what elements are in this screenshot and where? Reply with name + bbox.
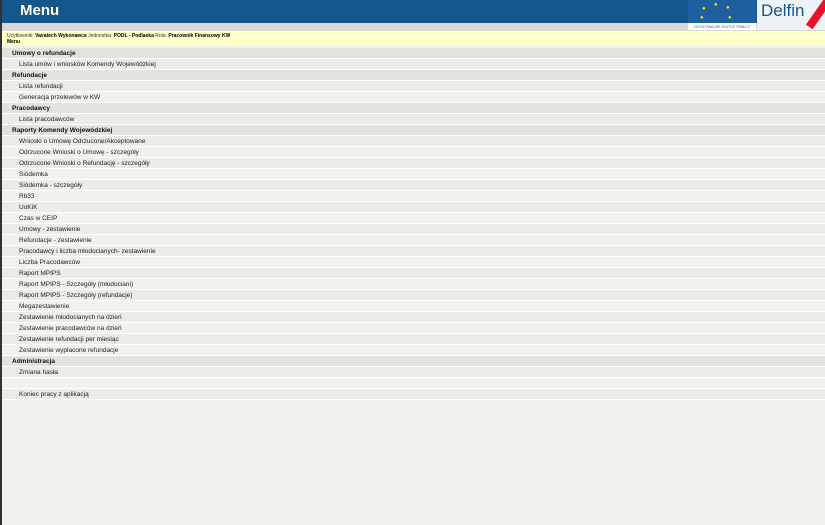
unit-name: PODL - Podlaska [113,33,154,39]
section-header: Raporty Komendy Wojewódzkiej [2,125,825,136]
menu-section: Administracja Zmiana hasła Koniec pracy z … [2,356,825,400]
menu-item[interactable]: Pracodawcy i liczba młodocianych- zestaw… [2,246,825,257]
menu-item[interactable]: Rb33 [2,191,825,202]
eu-caption: OCHOTNICZE HUFCE PRACY [688,23,756,30]
menu-item[interactable]: Siódemka - szczegóły [2,180,825,191]
section-header: Umowy o refundacje [2,48,825,59]
menu-item[interactable]: Zestawienie wypłacone refundacje [2,345,825,356]
menu-item[interactable]: Lista pracodawców [2,114,825,125]
eu-logo: ● ● ● ● ● OCHOTNICZE HUFCE PRACY [688,0,756,30]
menu-item[interactable]: Umowy - zestawienie [2,224,825,235]
user-info-bar: Użytkownik: Vavatech Wykonawca Jednostka… [2,31,825,46]
page-title: Menu [20,2,60,19]
menu-section: Refundacje Lista refundacji Generacja prze… [2,70,825,103]
menu-item[interactable]: Raport MPIPS - Szczegóły (młodociani) [2,279,825,290]
logo-stripe [805,0,825,30]
menu-item[interactable]: Odrzucone Wnioski o Umowę - szczegóły [2,147,825,158]
user-name: Vavatech Wykonawca [35,33,87,39]
breadcrumb: Menu [7,39,21,45]
menu-item[interactable]: Zestawienie pracodawców na dzień [2,323,825,334]
menu-item[interactable]: Raport MPIPS [2,268,825,279]
menu-item[interactable]: Refundacje - zestawienie [2,235,825,246]
menu-item[interactable]: Generacja przelewów w KW [2,92,825,103]
menu-item[interactable]: Lista umów i wniosków Komendy Wojewódzki… [2,59,825,70]
logo-text: Delfin [761,1,805,20]
menu-item[interactable]: Zestawienie młodocianych na dzień [2,312,825,323]
menu-item [2,378,825,389]
menu-item[interactable]: Zestawienie refundacji per miesiąc [2,334,825,345]
section-header: Pracodawcy [2,103,825,114]
menu-item[interactable]: Siódemka [2,169,825,180]
menu-item[interactable]: Raport MPIPS - Szczegóły (refundacje) [2,290,825,301]
menu-item[interactable]: UoKiK [2,202,825,213]
menu-section: Raporty Komendy Wojewódzkiej Wnioski o Um… [2,125,825,356]
menu-section: Pracodawcy Lista pracodawców [2,103,825,125]
main-menu: Umowy o refundacje Lista umów i wniosków … [2,48,825,400]
menu-item[interactable]: Lista refundacji [2,81,825,92]
role-label: Rola: [155,33,167,39]
menu-section: Umowy o refundacje Lista umów i wniosków … [2,48,825,70]
menu-item[interactable]: Wnioski o Umowę Odrzucone/Akceptowane [2,136,825,147]
menu-item[interactable]: Odrzucone Wnioski o Refundację - szczegó… [2,158,825,169]
unit-label: Jednostka: [88,33,113,39]
menu-item[interactable]: Liczba Pracodawców [2,257,825,268]
section-header: Administracja [2,356,825,367]
menu-item[interactable]: Czas w CEIP [2,213,825,224]
menu-item[interactable]: Koniec pracy z aplikacją [2,389,825,400]
menu-item[interactable]: Zmiana hasła [2,367,825,378]
section-header: Refundacje [2,70,825,81]
menu-item[interactable]: Megazestawienie [2,301,825,312]
delfin-logo: Delfin [757,0,825,30]
role-name: Pracownik Finansowy KW [168,33,231,39]
